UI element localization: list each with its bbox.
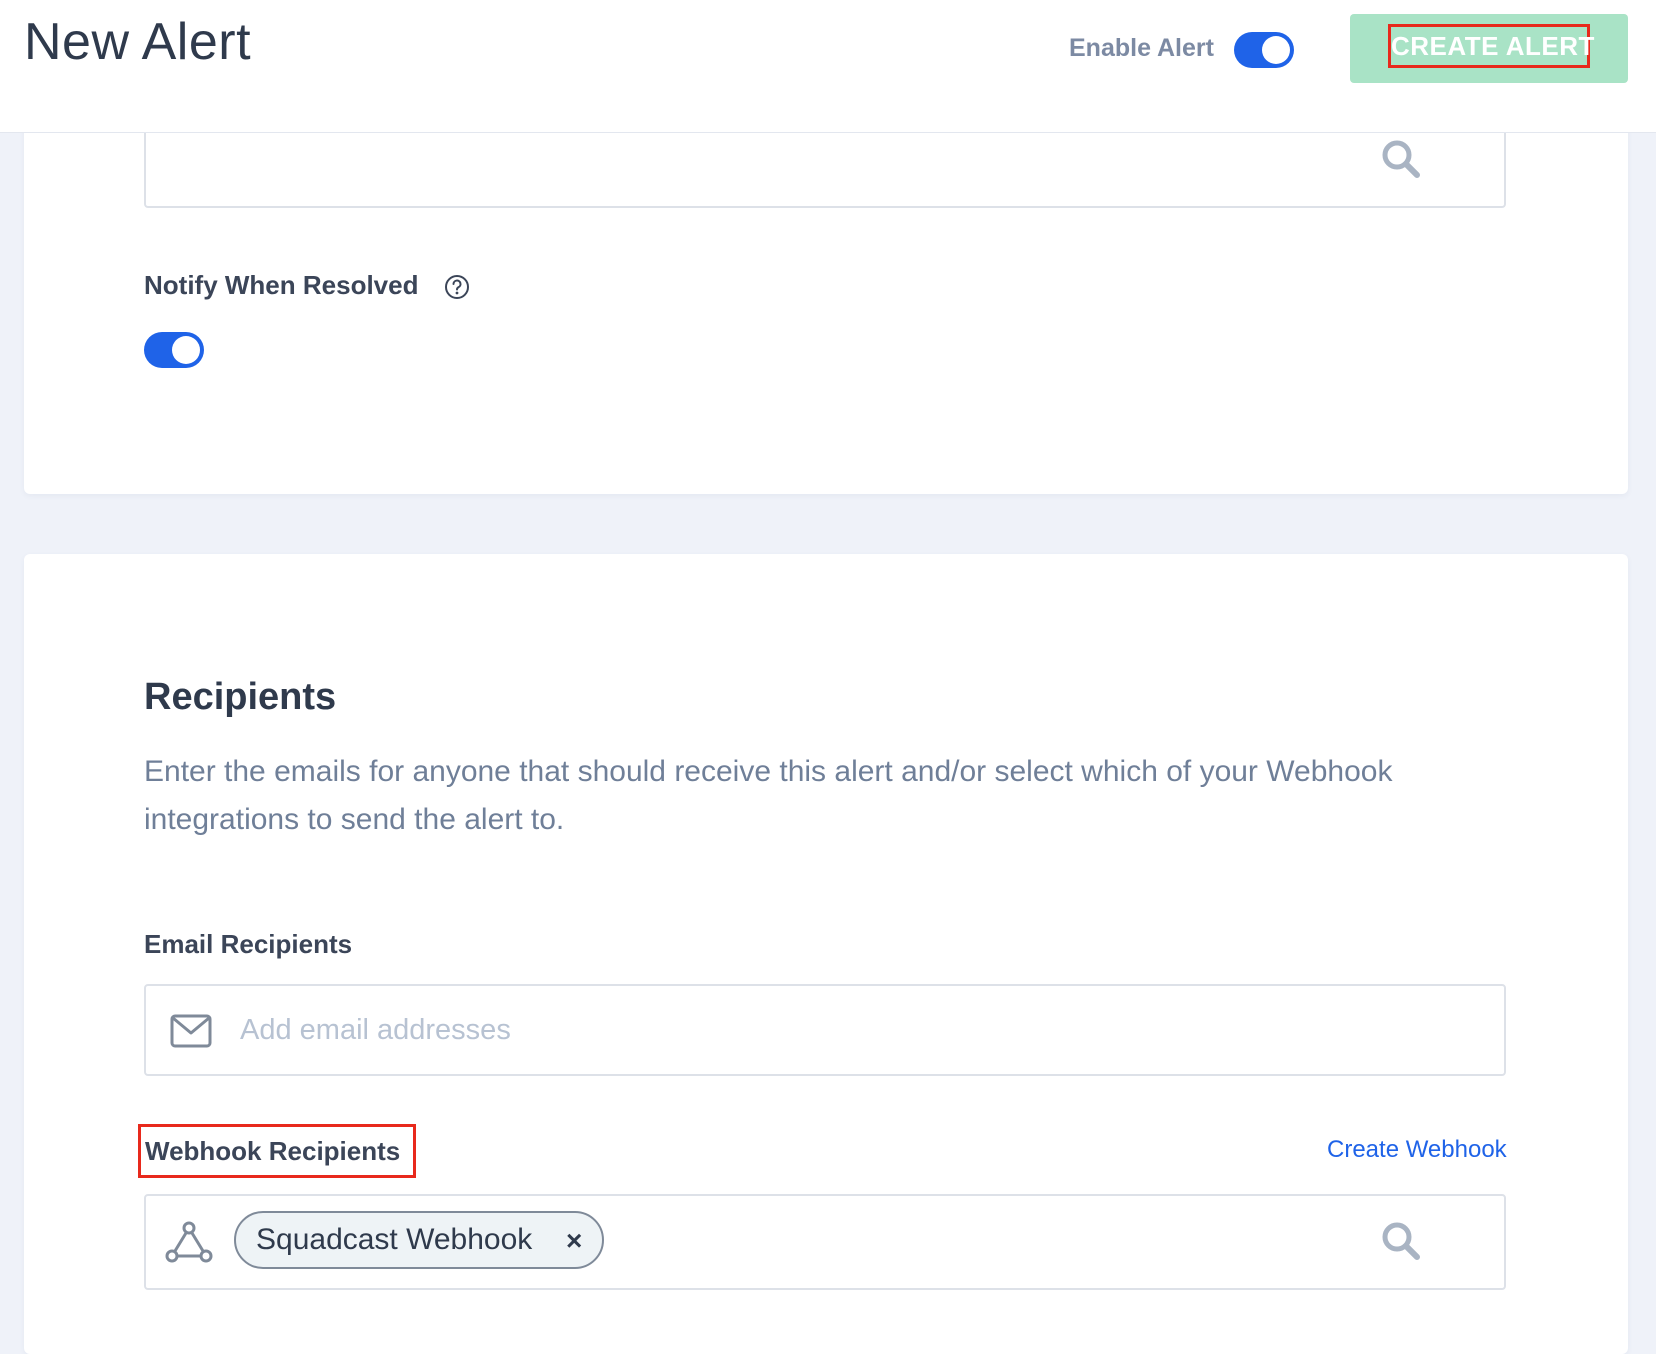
recipients-description: Enter the emails for anyone that should …	[144, 755, 1393, 836]
webhook-recipients-label: Webhook Recipients	[138, 1124, 416, 1178]
page-header: New Alert Enable Alert CREATE ALERT	[0, 0, 1656, 133]
email-recipients-label: Email Recipients	[144, 929, 353, 959]
close-icon[interactable]: ×	[566, 1225, 582, 1257]
create-alert-label: CREATE ALERT	[1388, 24, 1594, 68]
webhook-chip[interactable]: Squadcast Webhook ×	[234, 1211, 604, 1269]
email-placeholder: Add email addresses	[240, 1014, 511, 1046]
mail-icon	[170, 1014, 212, 1048]
search-icon	[1382, 140, 1420, 178]
help-icon[interactable]	[444, 274, 470, 300]
webhook-icon	[165, 1221, 213, 1263]
toggle-knob	[172, 336, 200, 364]
top-search-field[interactable]	[144, 120, 1506, 208]
recipients-title: Recipients	[144, 676, 337, 718]
search-icon[interactable]	[1380, 1220, 1424, 1264]
webhook-chip-label: Squadcast Webhook	[256, 1223, 533, 1256]
create-webhook-link[interactable]: Create Webhook	[1327, 1136, 1507, 1164]
notify-when-resolved-label: Notify When Resolved	[144, 270, 419, 300]
page-title: New Alert	[24, 13, 252, 71]
notify-when-resolved-toggle[interactable]	[144, 332, 204, 368]
toggle-knob	[1262, 36, 1290, 64]
email-recipients-field[interactable]: Add email addresses	[144, 984, 1506, 1076]
enable-alert-label: Enable Alert	[1069, 34, 1214, 62]
enable-alert-toggle[interactable]	[1234, 32, 1294, 68]
create-alert-button[interactable]: CREATE ALERT	[1350, 14, 1628, 83]
webhook-recipients-field[interactable]: Squadcast Webhook ×	[144, 1194, 1506, 1290]
